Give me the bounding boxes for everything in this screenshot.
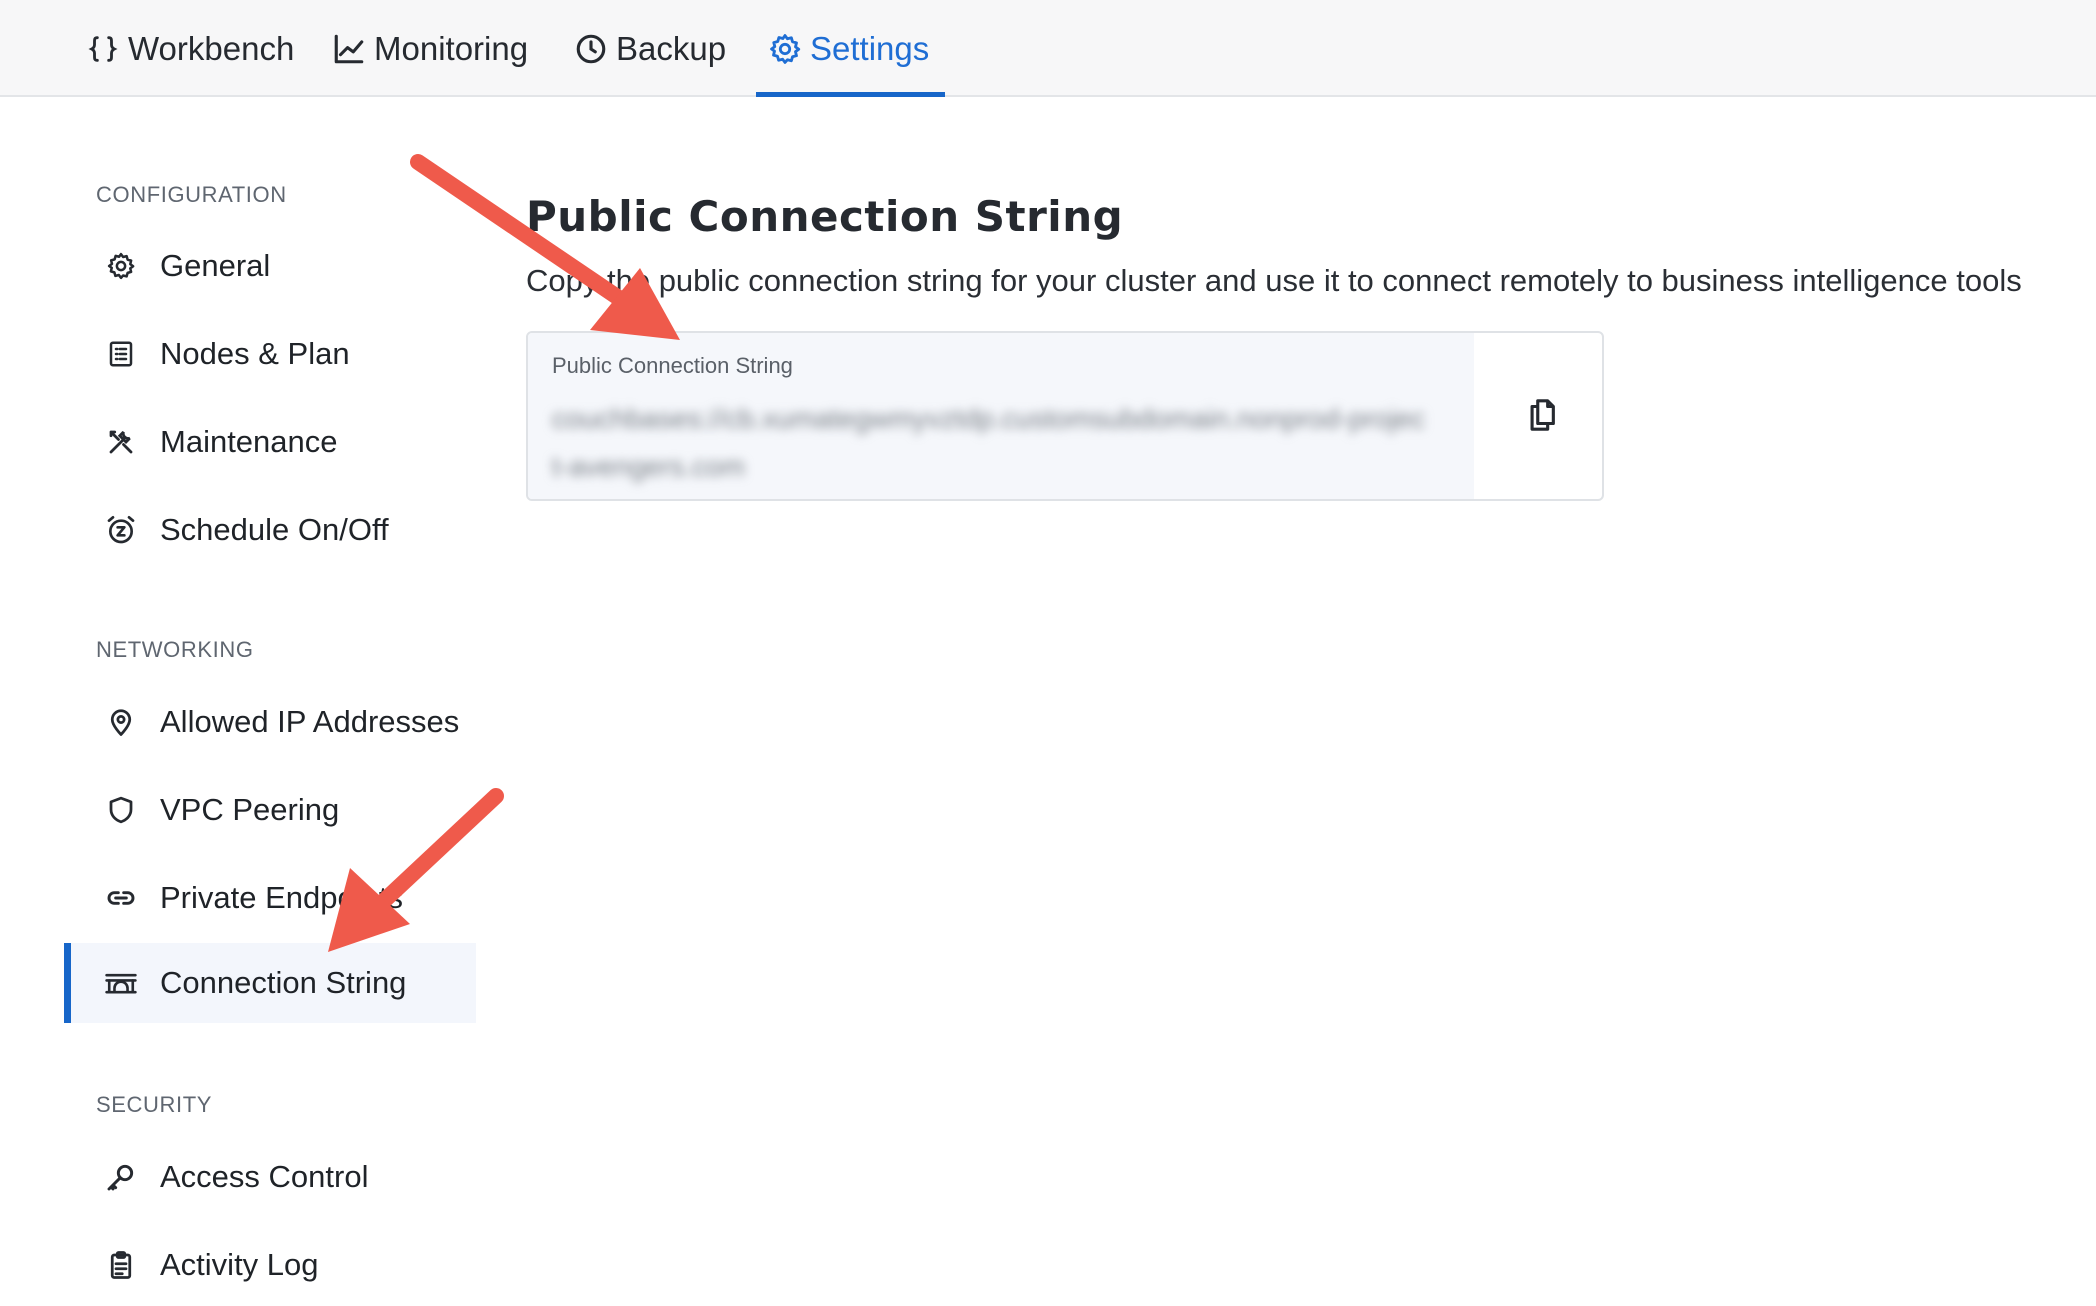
sidebar-item-general[interactable]: General [64, 226, 476, 306]
sidebar-item-nodes-plan[interactable]: Nodes & Plan [64, 314, 476, 394]
copy-icon [1530, 399, 1555, 431]
connection-string-label: Public Connection String [552, 353, 793, 378]
connection-string-field[interactable]: Public Connection String couchbases://cb… [528, 333, 1474, 499]
sidebar-item-access-control[interactable]: Access Control [64, 1137, 476, 1217]
sidebar-item-connection-string[interactable]: Connection String [64, 943, 476, 1023]
page-description: Copy the public connection string for yo… [526, 263, 2022, 298]
sidebar-item-label: Private Endpoints [160, 880, 403, 915]
tab-label: Monitoring [374, 29, 529, 67]
link-icon [104, 881, 138, 915]
shield-icon [104, 793, 138, 827]
sidebar-item-label: General [160, 248, 271, 283]
braces-icon [88, 35, 118, 62]
tab-monitoring[interactable]: Monitoring [332, 0, 528, 97]
tab-label: Settings [810, 29, 930, 67]
alarm-clock-icon [104, 513, 138, 547]
key-icon [104, 1160, 138, 1194]
sidebar-item-allowed-ip[interactable]: Allowed IP Addresses [64, 682, 476, 762]
tab-label: Workbench [128, 29, 295, 67]
sidebar-item-label: Schedule On/Off [160, 512, 389, 547]
active-tab-indicator [756, 92, 945, 97]
section-label-networking: NETWORKING [96, 637, 254, 662]
sidebar-item-label: Nodes & Plan [160, 336, 350, 371]
sidebar-item-label: VPC Peering [160, 792, 340, 827]
sidebar-item-label: Maintenance [160, 424, 338, 459]
list-doc-icon [104, 337, 138, 371]
clock-icon [576, 34, 606, 63]
sidebar-item-label: Connection String [160, 965, 407, 1000]
location-pin-icon [104, 705, 138, 739]
gear-icon [104, 249, 138, 283]
tab-settings[interactable]: Settings [768, 0, 929, 97]
gear-icon [770, 33, 801, 64]
tab-backup[interactable]: Backup [574, 0, 726, 97]
sidebar-item-maintenance[interactable]: Maintenance [64, 402, 476, 482]
sidebar-item-label: Access Control [160, 1159, 369, 1194]
clipboard-icon [104, 1248, 138, 1282]
top-navigation: Workbench Monitoring Backup Settings [0, 0, 2096, 97]
section-label-configuration: CONFIGURATION [96, 182, 287, 207]
connection-string-value[interactable]: couchbases://cb.xumategwmyvztdp.customsu… [552, 395, 1432, 491]
sidebar-item-vpc-peering[interactable]: VPC Peering [64, 770, 476, 850]
copy-button[interactable] [1512, 385, 1572, 445]
bridge-icon [104, 966, 138, 1000]
page-title: Public Connection String [526, 192, 1124, 241]
sidebar-item-schedule[interactable]: Schedule On/Off [64, 490, 476, 570]
sidebar-item-label: Allowed IP Addresses [160, 704, 460, 739]
tab-label: Backup [616, 29, 727, 67]
tab-workbench[interactable]: Workbench [86, 0, 294, 97]
sidebar-item-private-endpoints[interactable]: Private Endpoints [64, 858, 476, 938]
sidebar-item-label: Activity Log [160, 1247, 319, 1282]
tools-icon [104, 425, 138, 459]
chart-line-icon [334, 34, 364, 63]
section-label-security: SECURITY [96, 1092, 213, 1117]
sidebar-item-activity-log[interactable]: Activity Log [64, 1225, 476, 1305]
connection-string-card: Public Connection String couchbases://cb… [526, 331, 1604, 501]
